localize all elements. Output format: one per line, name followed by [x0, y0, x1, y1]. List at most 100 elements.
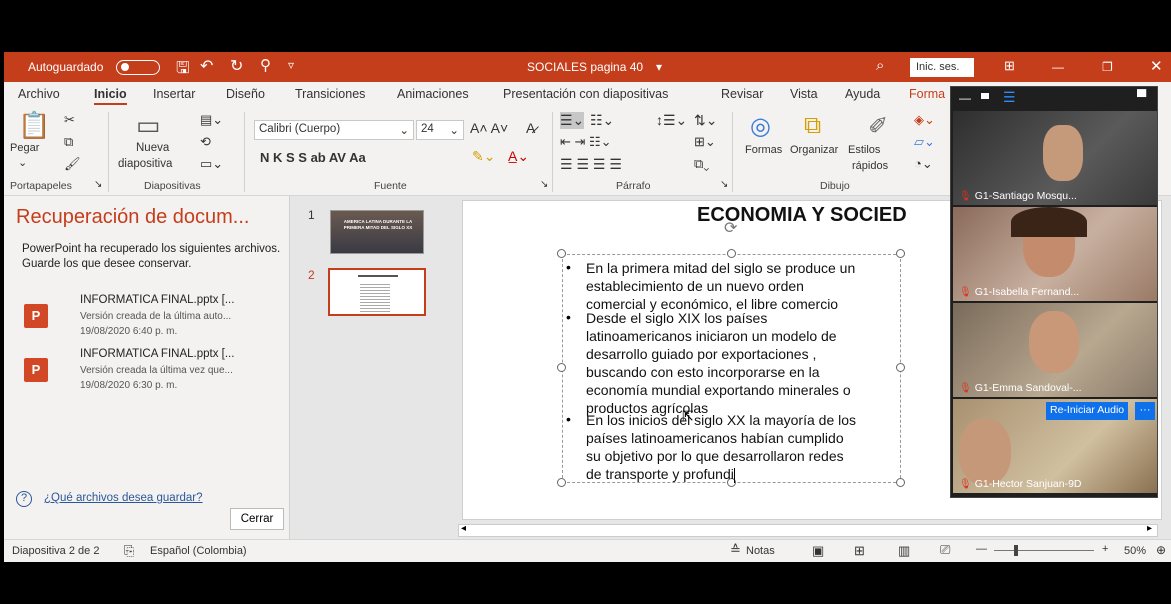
participant-video[interactable]: 🎙 G1-Isabella Fernand... [953, 207, 1157, 301]
expand-icon[interactable]: ▀ [1137, 89, 1146, 104]
indent-icon[interactable]: ⇤ ⇥ ☷⌄ [560, 134, 612, 150]
minimize-icon[interactable]: — [1052, 60, 1064, 74]
clipboard-launcher-icon[interactable]: ↘ [94, 179, 102, 190]
zoom-in-icon[interactable]: + [1102, 543, 1108, 555]
document-title[interactable]: SOCIALES pagina 40 [527, 60, 643, 74]
new-slide-button[interactable]: Nueva [136, 142, 169, 154]
new-slide-label[interactable]: diapositiva [118, 158, 172, 170]
redo-icon[interactable]: ↻ [230, 56, 243, 76]
quick-styles-icon[interactable]: ✐ [868, 112, 888, 141]
font-format-buttons[interactable]: N K S S ab AV Aa [260, 150, 366, 165]
accessibility-icon[interactable]: ⎘ [124, 543, 134, 559]
resize-handle[interactable] [557, 363, 566, 372]
font-size-field[interactable]: 24 ⌄ [416, 120, 464, 140]
undo-icon[interactable]: ↶ [200, 56, 213, 76]
resize-handle[interactable] [896, 249, 905, 258]
quick-styles-button[interactable]: Estilos [848, 144, 880, 156]
reading-view-icon[interactable]: ▥ [898, 543, 910, 559]
zoom-out-icon[interactable]: — [976, 543, 987, 555]
horizontal-scrollbar[interactable]: ◂ ▸ [458, 523, 1158, 537]
help-icon[interactable]: ? [16, 491, 32, 507]
dock-icon[interactable] [981, 93, 989, 99]
customize-icon[interactable]: ▿ [288, 58, 294, 72]
search-icon[interactable]: ⌕ [876, 57, 884, 74]
resize-handle[interactable] [896, 363, 905, 372]
tab-archivo[interactable]: Archivo [18, 87, 60, 101]
tab-animaciones[interactable]: Animaciones [397, 87, 469, 101]
more-options-button[interactable]: ··· [1135, 402, 1155, 420]
minimize-icon[interactable]: — [959, 91, 971, 105]
zoom-level[interactable]: 50% [1124, 545, 1146, 557]
participant-video[interactable]: 🎙 G1-Santiago Mosqu... [953, 111, 1157, 205]
zoom-slider[interactable] [994, 550, 1094, 551]
recovered-file-item[interactable]: P INFORMATICA FINAL.pptx [... Versión cr… [16, 348, 286, 400]
reset-icon[interactable]: ⟲ [200, 134, 211, 150]
shapes-button[interactable]: Formas [745, 144, 782, 156]
tab-transiciones[interactable]: Transiciones [295, 87, 365, 101]
resize-handle[interactable] [557, 478, 566, 487]
notes-button[interactable]: Notas [746, 545, 775, 557]
shape-fill-icon[interactable]: ◈⌄ [914, 112, 935, 128]
line-spacing-icon[interactable]: ↕☰⌄ [656, 112, 687, 129]
tab-presentacion[interactable]: Presentación con diapositivas [503, 87, 668, 101]
copy-icon[interactable]: ⧉ [64, 134, 73, 150]
layout-icon[interactable]: ▤⌄ [200, 112, 223, 128]
smartart-icon[interactable]: ⧉⌄ [694, 156, 709, 172]
bullets-icon[interactable]: ☰⌄ [560, 112, 585, 129]
resize-handle[interactable] [557, 249, 566, 258]
autosave-toggle[interactable] [116, 60, 160, 75]
font-size-chevron-icon[interactable]: ⌄ [449, 123, 459, 137]
highlight-icon[interactable]: ✎⌄ [472, 148, 495, 165]
tab-forma[interactable]: Forma [909, 87, 945, 101]
help-link[interactable]: ¿Qué archivos desea guardar? [44, 492, 203, 504]
layout-icon[interactable]: ☰ [1003, 89, 1016, 106]
shape-outline-icon[interactable]: ▱⌄ [914, 134, 935, 150]
language-label[interactable]: Español (Colombia) [150, 545, 247, 557]
font-color-icon[interactable]: A̲⌄ [508, 148, 529, 165]
notes-icon[interactable]: ≙ [730, 542, 741, 558]
normal-view-icon[interactable]: ▣ [812, 543, 824, 559]
alignment-icons[interactable]: ☰ ☰ ☰ ☰ [560, 156, 622, 173]
close-icon[interactable]: ✕ [1150, 57, 1163, 75]
numbering-icon[interactable]: ☷⌄ [590, 112, 614, 129]
present-icon[interactable]: ⚲ [260, 56, 271, 74]
align-text-icon[interactable]: ⊞⌄ [694, 134, 716, 150]
tab-insertar[interactable]: Insertar [153, 87, 195, 101]
font-launcher-icon[interactable]: ↘ [540, 179, 548, 190]
ribbon-display-icon[interactable]: ⊞ [1004, 58, 1015, 74]
signin-button[interactable]: Inic. ses. [910, 58, 974, 77]
quick-styles-label[interactable]: rápidos [852, 160, 888, 172]
recovered-file-item[interactable]: P INFORMATICA FINAL.pptx [... Versión cr… [16, 294, 286, 346]
section-icon[interactable]: ▭⌄ [200, 156, 223, 172]
shapes-icon[interactable]: ◎ [750, 112, 771, 141]
paragraph-launcher-icon[interactable]: ↘ [720, 179, 728, 190]
paste-icon[interactable]: 📋 [18, 110, 50, 141]
slide-sorter-icon[interactable]: ⊞ [854, 543, 865, 559]
slide-thumbnail-1[interactable]: AMERICA LATINA DURANTE LA PRIMERA MITAD … [330, 210, 424, 254]
font-name-chevron-icon[interactable]: ⌄ [399, 123, 409, 137]
paste-chevron-icon[interactable]: ⌄ [18, 156, 27, 169]
arrange-icon[interactable]: ⧉ [804, 112, 821, 140]
resize-handle[interactable] [727, 249, 736, 258]
restore-icon[interactable]: ❐ [1102, 60, 1113, 74]
close-recovery-button[interactable]: Cerrar [230, 508, 284, 530]
font-name-field[interactable]: Calibri (Cuerpo) ⌄ [254, 120, 414, 140]
arrange-button[interactable]: Organizar [790, 144, 838, 156]
grow-font-icon[interactable]: A˄ A˅ [470, 120, 508, 136]
new-slide-icon[interactable]: ▭ [136, 110, 161, 141]
format-painter-icon[interactable]: 🖌 [64, 156, 81, 172]
tab-vista[interactable]: Vista [790, 87, 818, 101]
scroll-left-icon[interactable]: ◂ [461, 523, 466, 534]
slideshow-icon[interactable]: ⎚ [940, 542, 950, 558]
tab-ayuda[interactable]: Ayuda [845, 87, 880, 101]
zoom-slider-thumb[interactable] [1014, 545, 1018, 556]
slide-thumbnail-2[interactable] [328, 268, 426, 316]
participant-video[interactable]: 🎙 G1-Emma Sandoval-... [953, 303, 1157, 397]
clear-format-icon[interactable]: A̷ [526, 120, 535, 136]
scroll-right-icon[interactable]: ▸ [1147, 523, 1152, 534]
text-direction-icon[interactable]: ⇅⌄ [694, 112, 717, 129]
resize-handle[interactable] [896, 478, 905, 487]
rotate-handle-icon[interactable]: ⟳ [724, 218, 737, 238]
paste-button[interactable]: Pegar [10, 142, 39, 154]
fit-slide-icon[interactable]: ⊕ [1156, 543, 1166, 557]
